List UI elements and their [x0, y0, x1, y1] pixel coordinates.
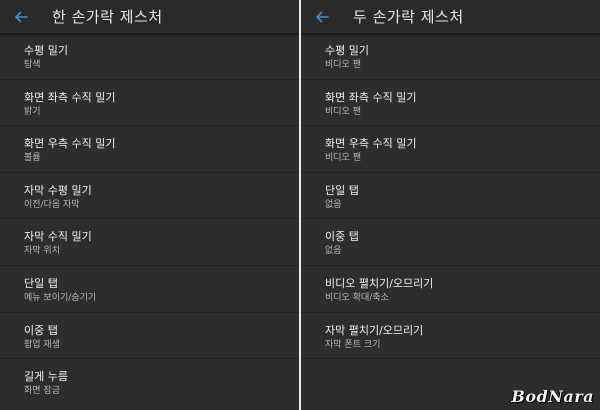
item-subtitle: 화면 잠금: [24, 386, 60, 397]
item-subtitle: 비디오 팬: [325, 153, 361, 164]
item-title: 단일 탭: [24, 276, 58, 290]
list-item[interactable]: 자막 펼치기/오므리기 자막 폰트 크기: [301, 313, 600, 360]
list-item[interactable]: 화면 우측 수직 밀기 비디오 팬: [301, 126, 600, 173]
item-subtitle: 팝업 재생: [24, 339, 60, 350]
page-title: 한 손가락 제스처: [52, 8, 163, 26]
list-item[interactable]: 수평 밀기 탐색: [0, 33, 299, 80]
gesture-list: 수평 밀기 탐색 화면 좌측 수직 밀기 밝기 화면 우측 수직 밀기 볼륨 자…: [0, 33, 299, 406]
item-subtitle: 자막 위치: [24, 246, 60, 257]
gesture-list: 수평 밀기 비디오 팬 화면 좌측 수직 밀기 비디오 팬 화면 우측 수직 밀…: [301, 33, 600, 360]
list-item[interactable]: 자막 수평 밀기 이전/다음 자막: [0, 173, 299, 220]
item-subtitle: 메뉴 보이기/숨기기: [24, 292, 97, 303]
item-title: 단일 탭: [325, 183, 359, 197]
item-title: 자막 수평 밀기: [24, 183, 92, 197]
item-subtitle: 탐색: [24, 60, 41, 70]
item-title: 화면 좌측 수직 밀기: [24, 90, 116, 104]
list-item[interactable]: 단일 탭 메뉴 보이기/숨기기: [0, 266, 299, 313]
item-subtitle: 비디오 팬: [325, 60, 361, 70]
list-item[interactable]: 수평 밀기 비디오 팬: [301, 33, 600, 80]
list-item[interactable]: 이중 탭 팝업 재생: [0, 313, 299, 360]
list-item[interactable]: 화면 좌측 수직 밀기 밝기: [0, 80, 299, 127]
item-subtitle: 없음: [325, 199, 342, 210]
page-title: 두 손가락 제스처: [353, 8, 464, 26]
item-title: 자막 수직 밀기: [24, 230, 92, 244]
item-subtitle: 없음: [325, 246, 342, 257]
item-subtitle: 볼륨: [24, 153, 41, 164]
one-finger-gesture-screen: 한 손가락 제스처 수평 밀기 탐색 화면 좌측 수직 밀기 밝기 화면 우측 …: [0, 0, 299, 410]
item-subtitle: 비디오 팬: [325, 106, 361, 117]
item-title: 화면 우측 수직 밀기: [325, 137, 417, 151]
item-subtitle: 비디오 확대/축소: [325, 292, 389, 303]
item-title: 수평 밀기: [24, 44, 68, 57]
item-title: 이중 탭: [24, 323, 58, 337]
item-title: 비디오 펼치기/오므리기: [325, 276, 434, 290]
item-title: 길게 누름: [24, 370, 68, 384]
list-item[interactable]: 화면 좌측 수직 밀기 비디오 팬: [301, 80, 600, 127]
item-title: 수평 밀기: [325, 44, 369, 57]
item-subtitle: 이전/다음 자막: [24, 199, 80, 210]
item-title: 화면 우측 수직 밀기: [24, 137, 116, 151]
arrow-left-icon[interactable]: [12, 10, 30, 24]
two-finger-gesture-screen: 두 손가락 제스처 수평 밀기 비디오 팬 화면 좌측 수직 밀기 비디오 팬 …: [301, 0, 600, 410]
item-title: 자막 펼치기/오므리기: [325, 323, 424, 337]
item-subtitle: 자막 폰트 크기: [325, 339, 381, 350]
list-item[interactable]: 비디오 펼치기/오므리기 비디오 확대/축소: [301, 266, 600, 313]
item-subtitle: 밝기: [24, 106, 41, 117]
screenshot-composite: 한 손가락 제스처 수평 밀기 탐색 화면 좌측 수직 밀기 밝기 화면 우측 …: [0, 0, 600, 410]
list-item[interactable]: 이중 탭 없음: [301, 219, 600, 266]
item-title: 이중 탭: [325, 230, 359, 244]
list-item[interactable]: 길게 누름 화면 잠금: [0, 359, 299, 406]
list-item[interactable]: 화면 우측 수직 밀기 볼륨: [0, 126, 299, 173]
list-item[interactable]: 자막 수직 밀기 자막 위치: [0, 219, 299, 266]
item-title: 화면 좌측 수직 밀기: [325, 90, 417, 104]
watermark-logo: BodNara: [511, 387, 594, 406]
app-bar: 두 손가락 제스처: [301, 0, 600, 33]
app-bar: 한 손가락 제스처: [0, 0, 299, 33]
arrow-left-icon[interactable]: [313, 10, 331, 24]
list-item[interactable]: 단일 탭 없음: [301, 173, 600, 220]
